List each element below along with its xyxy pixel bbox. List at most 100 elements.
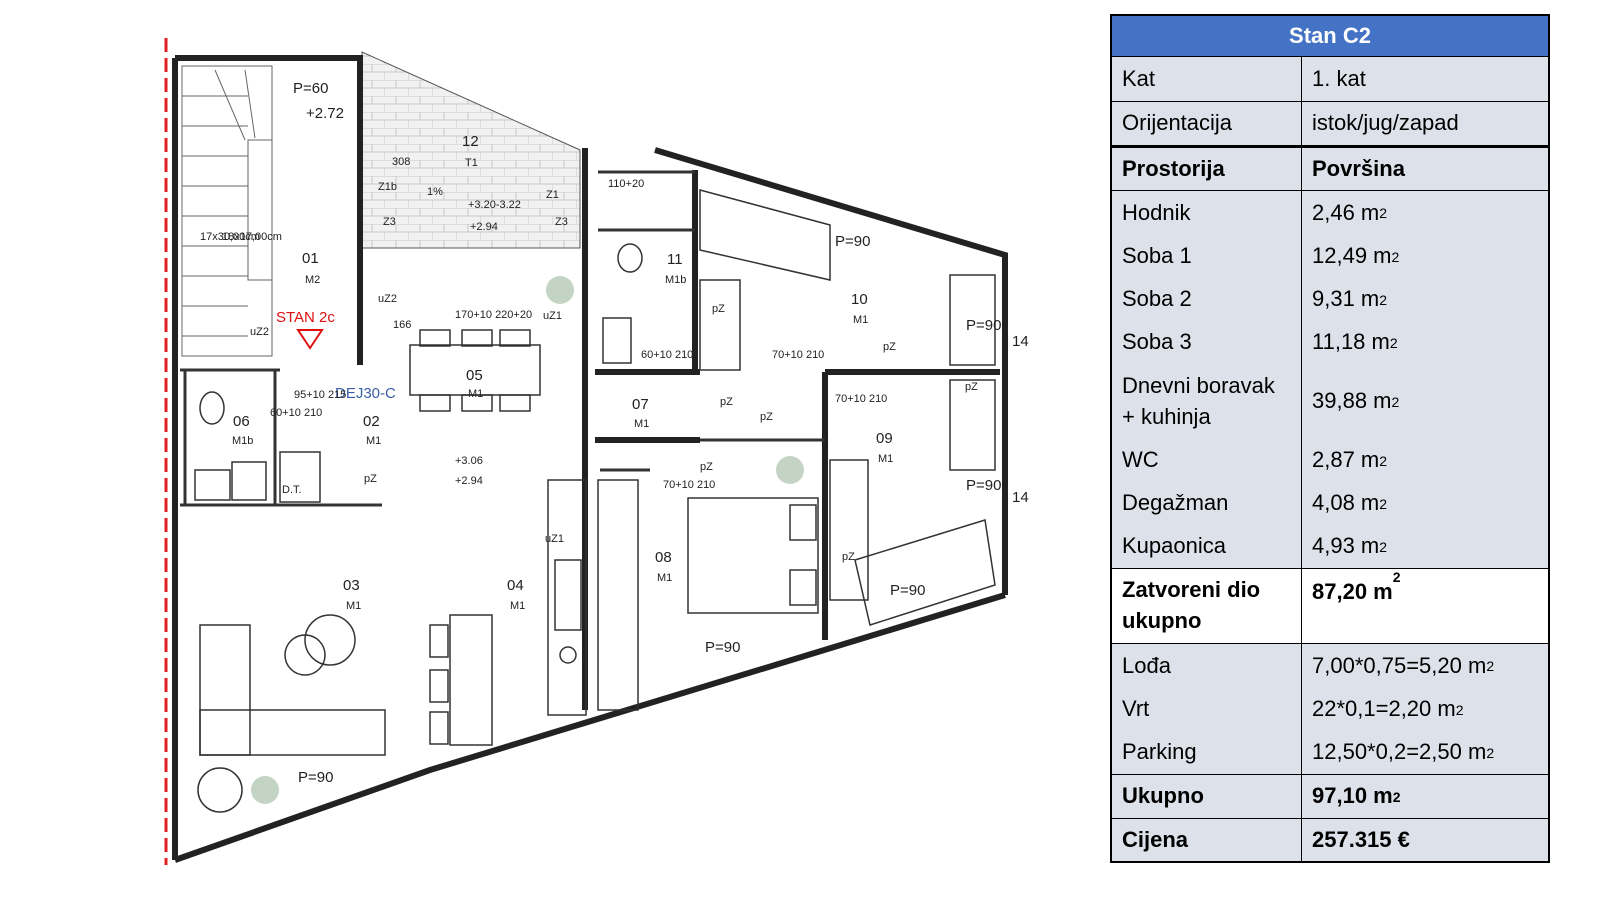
svg-text:M1: M1 <box>468 388 483 400</box>
svg-text:pZ: pZ <box>700 461 713 473</box>
total-value: 97,10 m2 <box>1312 783 1401 809</box>
unit-label: STAN 2c <box>276 309 335 326</box>
room-value: 4,08 m2 <box>1312 490 1388 516</box>
svg-text:02: 02 <box>363 413 380 430</box>
table-row-price: Cijena 257.315 € <box>1112 819 1548 861</box>
svg-text:M1: M1 <box>510 600 525 612</box>
svg-text:170+10 220+20: 170+10 220+20 <box>455 309 532 321</box>
svg-text:14: 14 <box>1012 333 1029 350</box>
svg-text:Z1b: Z1b <box>378 181 397 193</box>
svg-text:166: 166 <box>393 319 411 331</box>
table-row: Soba 1 12,49 m2 <box>1112 235 1548 278</box>
svg-text:P=90: P=90 <box>835 233 870 250</box>
plants <box>251 276 804 804</box>
svg-text:+2.94: +2.94 <box>455 475 483 487</box>
room-label: Soba 3 <box>1112 321 1302 364</box>
room-label: Hodnik <box>1112 191 1302 235</box>
svg-text:M1: M1 <box>878 453 893 465</box>
svg-text:M1: M1 <box>366 435 381 447</box>
header-label: Prostorija <box>1112 148 1302 190</box>
svg-text:M1b: M1b <box>232 435 253 447</box>
closed-total-label: Zatvoreni dio ukupno <box>1112 569 1302 643</box>
svg-text:01: 01 <box>302 250 319 267</box>
svg-text:Z3: Z3 <box>383 216 396 228</box>
table-row: Vrt 22*0,1=2,20 m2 <box>1112 688 1548 731</box>
table-title: Stan C2 <box>1112 16 1548 57</box>
extra-label: Parking <box>1112 731 1302 774</box>
svg-text:70+10 210: 70+10 210 <box>772 349 824 361</box>
svg-text:06: 06 <box>233 413 250 430</box>
table-row: Dnevni boravak + kuhinja 39,88 m2 <box>1112 364 1548 439</box>
svg-text:Z3: Z3 <box>555 216 568 228</box>
svg-text:18x17,00cm: 18x17,00cm <box>222 231 282 243</box>
svg-text:09: 09 <box>876 430 893 447</box>
table-row: WC 2,87 m2 <box>1112 439 1548 482</box>
svg-text:308: 308 <box>392 156 410 168</box>
svg-text:05: 05 <box>466 367 483 384</box>
svg-text:70+10 210: 70+10 210 <box>663 479 715 491</box>
plan-annotations: P=60 +2.72 +3.20-3.22 +2.94 +3.06 +2.94 … <box>200 80 1029 786</box>
room-value: 12,49 m2 <box>1312 243 1400 269</box>
svg-text:14: 14 <box>1012 489 1029 506</box>
row-value: 1. kat <box>1312 65 1366 91</box>
table-header-row: Prostorija Površina <box>1112 148 1548 191</box>
svg-text:P=90: P=90 <box>705 639 740 656</box>
row-label: Orijentacija <box>1112 102 1302 145</box>
price-value: 257.315 € <box>1312 826 1410 852</box>
row-value: istok/jug/zapad <box>1312 110 1459 136</box>
room-value: 2,46 m2 <box>1312 199 1388 225</box>
svg-text:M1: M1 <box>853 314 868 326</box>
svg-text:+2.94: +2.94 <box>470 221 498 233</box>
closed-total-value: 87,20 m2 <box>1312 569 1401 604</box>
table-row-orijentacija: Orijentacija istok/jug/zapad <box>1112 102 1548 148</box>
svg-text:08: 08 <box>655 549 672 566</box>
room-value: 39,88 m2 <box>1312 388 1400 414</box>
floor-plan-drawing: STAN 2c DEJ30-C 01M2 02M1 03M1 04M1 05M1… <box>164 38 1029 865</box>
table-row: Soba 3 11,18 m2 <box>1112 321 1548 364</box>
svg-text:M2: M2 <box>305 274 320 286</box>
floor-plan: STAN 2c DEJ30-C 01 M2 02 M1 03 M1 04 M1 05 M1… <box>0 0 1080 908</box>
svg-text:11: 11 <box>667 251 683 268</box>
extra-value: 22*0,1=2,20 m2 <box>1312 696 1464 722</box>
svg-text:95+10 215: 95+10 215 <box>294 389 346 401</box>
total-label: Ukupno <box>1112 775 1302 818</box>
svg-text:pZ: pZ <box>720 396 733 408</box>
svg-text:uZ1: uZ1 <box>543 310 562 322</box>
svg-text:07: 07 <box>632 396 649 413</box>
svg-text:Z1: Z1 <box>546 189 559 201</box>
room-label: Degažman <box>1112 482 1302 525</box>
svg-text:+2.72: +2.72 <box>306 105 344 122</box>
svg-text:pZ: pZ <box>712 303 725 315</box>
table-row: Kupaonica 4,93 m2 <box>1112 525 1548 569</box>
room-label: WC <box>1112 439 1302 482</box>
svg-text:70+10 210: 70+10 210 <box>835 393 887 405</box>
svg-text:12: 12 <box>462 133 479 150</box>
svg-text:uZ2: uZ2 <box>250 326 269 338</box>
table-row: Hodnik 2,46 m2 <box>1112 191 1548 235</box>
svg-text:pZ: pZ <box>965 381 978 393</box>
kitchen <box>429 479 587 746</box>
svg-text:pZ: pZ <box>364 473 377 485</box>
stairs <box>181 65 273 357</box>
room-value: 2,87 m2 <box>1312 447 1388 473</box>
svg-text:P=90: P=90 <box>890 582 925 599</box>
room-value: 11,18 m2 <box>1312 329 1398 355</box>
room-value: 4,93 m2 <box>1312 533 1388 559</box>
svg-text:P=90: P=90 <box>298 769 333 786</box>
svg-text:T1: T1 <box>465 157 478 169</box>
svg-text:uZ2: uZ2 <box>378 293 397 305</box>
room-label: Kupaonica <box>1112 525 1302 568</box>
svg-text:P=60: P=60 <box>293 80 328 97</box>
svg-text:pZ: pZ <box>842 551 855 563</box>
svg-text:+3.06: +3.06 <box>455 455 483 467</box>
svg-text:60+10 210: 60+10 210 <box>270 407 322 419</box>
svg-text:D.T.: D.T. <box>282 484 302 496</box>
table-row-total: Ukupno 97,10 m2 <box>1112 775 1548 819</box>
table-row: Soba 2 9,31 m2 <box>1112 278 1548 321</box>
bed <box>597 479 819 711</box>
extra-label: Vrt <box>1112 688 1302 731</box>
table-row: Degažman 4,08 m2 <box>1112 482 1548 525</box>
extra-value: 7,00*0,75=5,20 m2 <box>1312 652 1495 678</box>
unit-marker-icon <box>296 329 324 350</box>
svg-text:pZ: pZ <box>883 341 896 353</box>
